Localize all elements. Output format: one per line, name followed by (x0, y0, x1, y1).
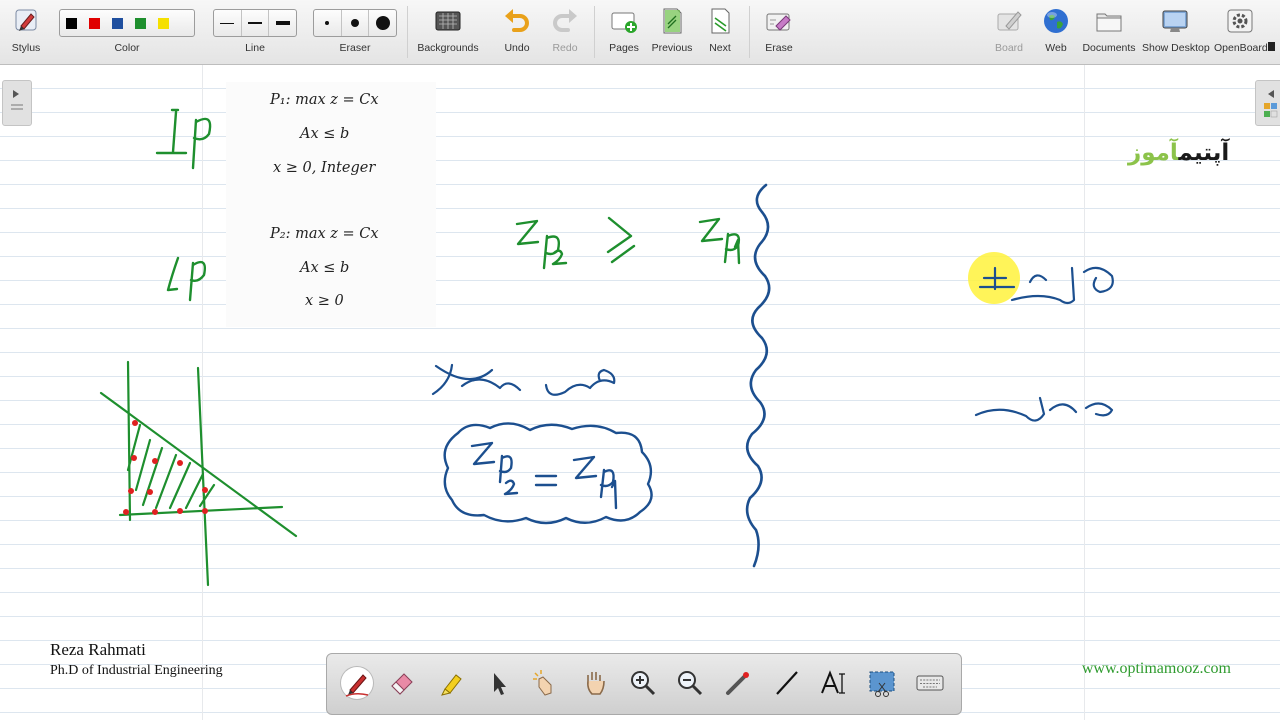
inequality-handwriting (515, 216, 741, 270)
equality-cloud (443, 422, 653, 525)
zoom-in-button[interactable] (627, 667, 659, 699)
pen-icon (345, 674, 369, 697)
wavy-divider (745, 183, 771, 568)
zoom-out-button[interactable] (674, 667, 706, 699)
tool-dock (326, 653, 962, 715)
capture-tool-button[interactable] (866, 667, 898, 699)
laser-pointer-button[interactable] (722, 667, 754, 699)
text-icon (821, 670, 845, 694)
cursor-arrow-icon (494, 673, 506, 695)
ip-handwriting (155, 108, 212, 170)
highlighter-icon (441, 674, 462, 696)
pen-tool-button[interactable] (341, 667, 373, 699)
keyboard-icon (916, 675, 944, 691)
lp-handwriting (166, 256, 207, 302)
feasible-region-sketch (99, 360, 298, 587)
integer-points (123, 420, 208, 515)
note-handwriting (431, 363, 616, 396)
laser-pointer-icon (726, 672, 749, 695)
handwriting-layer (99, 108, 1114, 587)
hand-icon (587, 672, 605, 695)
author-name: Reza Rahmati (50, 640, 146, 659)
selector-tool-button[interactable] (482, 667, 514, 699)
interactor-tool-button[interactable] (529, 667, 561, 699)
highlighter-tool-button[interactable] (435, 667, 467, 699)
line-icon (776, 671, 798, 695)
author-title: Ph.D of Industrial Engineering (50, 663, 223, 678)
zoom-out-icon (678, 671, 703, 696)
eraser-tool-button[interactable] (386, 667, 418, 699)
line-tool-button[interactable] (771, 667, 803, 699)
pointing-hand-icon (533, 670, 552, 696)
zoom-in-icon (631, 671, 656, 696)
capture-icon (869, 671, 895, 697)
hand-tool-button[interactable] (579, 667, 611, 699)
text-tool-button[interactable] (818, 667, 850, 699)
eraser-icon (391, 673, 413, 695)
website-link: www.optimamooz.com (1081, 660, 1231, 677)
optimamooz-logo: آپتیمآموز (1128, 140, 1230, 166)
keyboard-button[interactable] (914, 667, 946, 699)
